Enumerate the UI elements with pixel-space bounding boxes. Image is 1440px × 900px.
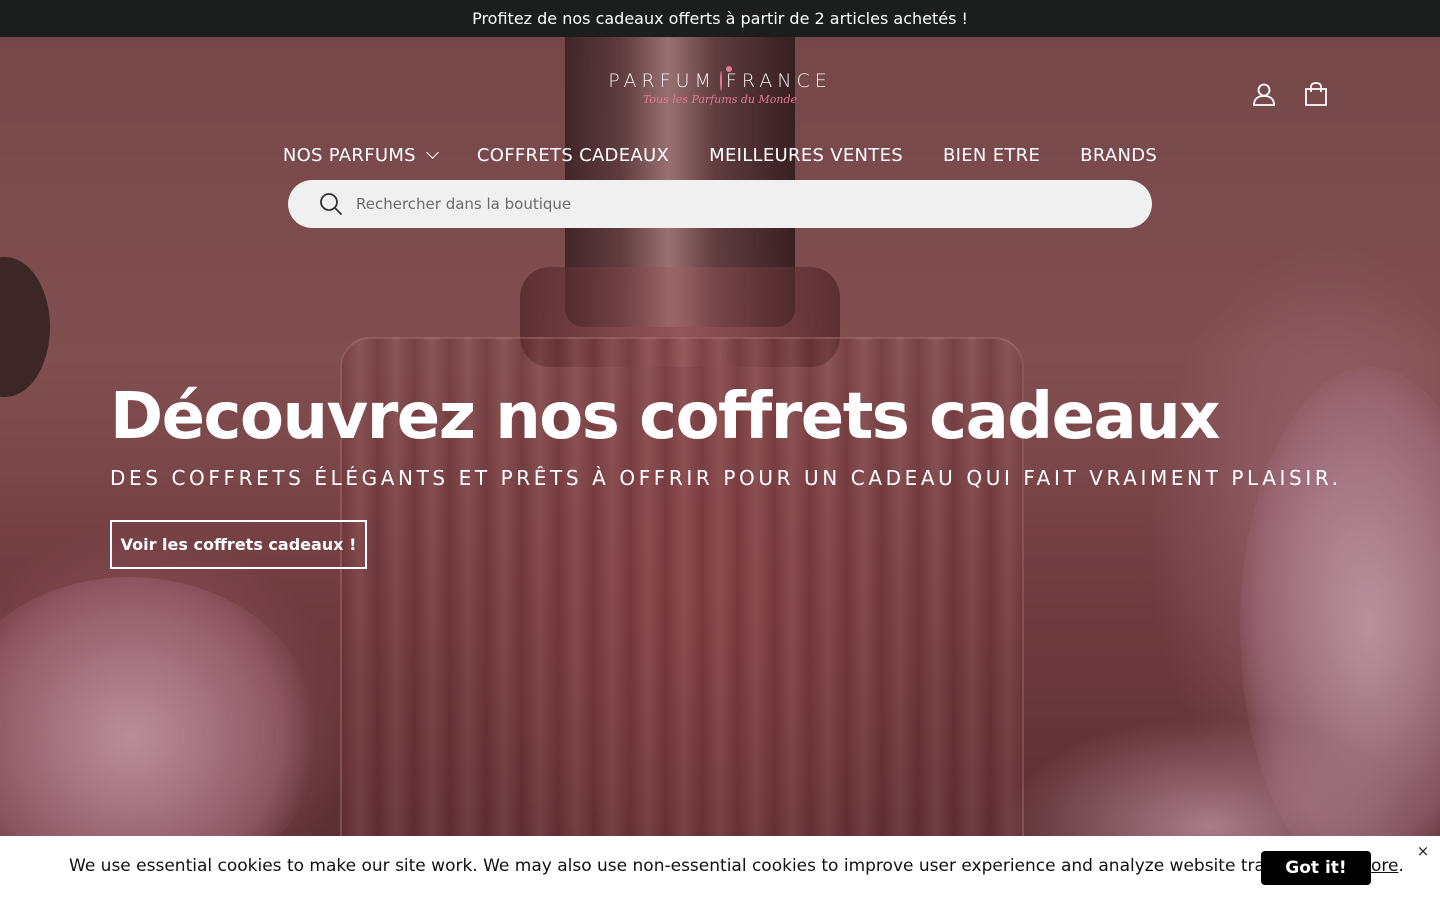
main-navigation: NOS PARFUMS COFFRETS CADEAUX MEILLEURES … [0,140,1440,170]
hero-subtitle: DES COFFRETS ÉLÉGANTS ET PRÊTS À OFFRIR … [110,466,1342,490]
nav-item-label: NOS PARFUMS [282,144,416,166]
cookie-banner: We use essential cookies to make our sit… [0,836,1440,900]
cart-button[interactable] [1302,80,1330,108]
logo-word-left: PARFUM [608,70,716,92]
close-icon[interactable]: × [1416,842,1430,860]
shopping-bag-icon [1305,82,1327,106]
logo-word-right: FRANCE [725,70,832,92]
nav-item-meilleures-ventes[interactable]: MEILLEURES VENTES [709,140,903,170]
nav-item-label: BIEN ETRE [943,144,1041,166]
cookie-message: We use essential cookies to make our sit… [69,856,1404,876]
hero-title: Découvrez nos coffrets cadeaux [110,380,1221,454]
nav-item-brands[interactable]: BRANDS [1080,140,1157,170]
cta-label: Voir les coffrets cadeaux ! [120,535,357,554]
site-logo[interactable]: PARFUM FRANCE Tous les Parfums du Monde [608,66,827,120]
search-input[interactable] [354,194,1118,214]
cookie-accept-button[interactable]: Got it! [1261,851,1371,885]
nav-item-label: MEILLEURES VENTES [709,144,903,166]
announcement-text: Profitez de nos cadeaux offerts à partir… [472,9,968,28]
chevron-down-icon [426,146,439,159]
search-bar [288,180,1152,228]
announcement-bar: Profitez de nos cadeaux offerts à partir… [0,0,1440,37]
logo-tagline: Tous les Parfums du Monde [642,93,798,106]
nav-item-nos-parfums[interactable]: NOS PARFUMS [282,140,439,170]
account-button[interactable] [1250,80,1278,108]
cookie-text: We use essential cookies to make our sit… [69,856,1297,876]
perfume-bottle-icon [719,66,732,91]
search-icon[interactable] [318,191,344,217]
logo-wordmark: PARFUM FRANCE [608,66,827,92]
nav-item-coffrets-cadeaux[interactable]: COFFRETS CADEAUX [477,140,669,170]
nav-item-label: COFFRETS CADEAUX [476,144,670,166]
gift-boxes-cta-button[interactable]: Voir les coffrets cadeaux ! [110,520,367,569]
nav-item-bien-etre[interactable]: BIEN ETRE [943,140,1040,170]
nav-item-label: BRANDS [1080,144,1158,166]
user-icon [1253,83,1275,106]
cookie-suffix: . [1398,856,1404,876]
